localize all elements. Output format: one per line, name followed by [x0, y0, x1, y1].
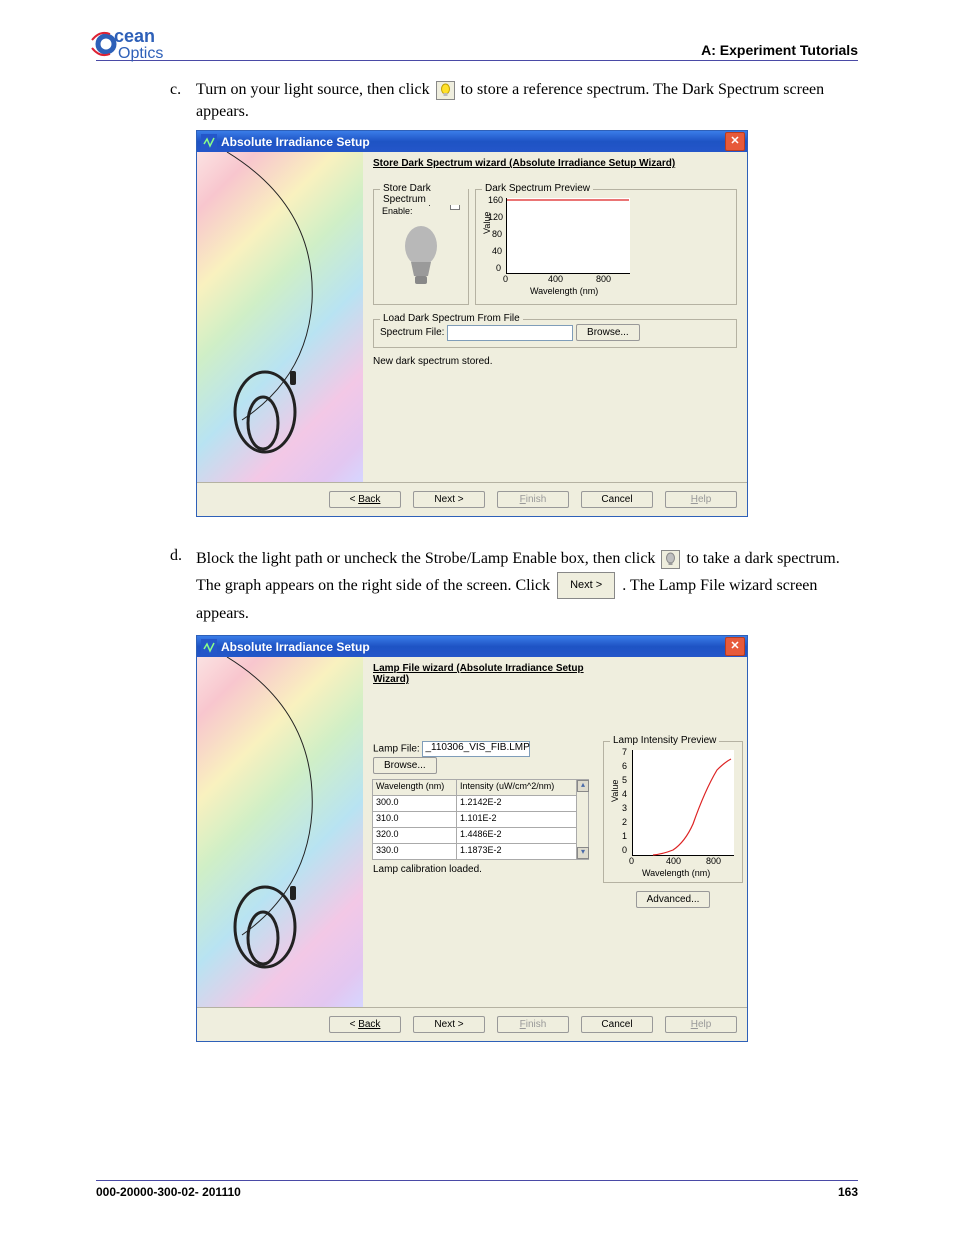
chart1-xtick: 800	[596, 274, 611, 284]
lamp-file-input[interactable]: _110306_VIS_FIB.LMP	[422, 741, 530, 757]
wizard1-subtitle: Store Dark Spectrum wizard (Absolute Irr…	[373, 158, 737, 169]
scroll-up-icon[interactable]: ▴	[577, 780, 589, 792]
chart1-ytick: 160	[488, 195, 503, 205]
wizard2-titlebar[interactable]: Absolute Irradiance Setup ✕	[197, 636, 747, 657]
close-icon[interactable]: ✕	[725, 637, 745, 656]
chart2-ytick: 3	[622, 803, 627, 813]
chart2-ytick: 7	[622, 747, 627, 757]
chart2-xtick: 400	[666, 856, 681, 866]
sds-legend: Store Dark Spectrum	[380, 183, 468, 205]
inline-next-button: Next >	[557, 572, 615, 599]
wizard1-sidebar-graphic	[197, 152, 363, 482]
wizard1-status: New dark spectrum stored.	[373, 356, 737, 367]
chart2-ytick: 0	[622, 845, 627, 855]
wizard2-subtitle: Lamp File wizard (Absolute Irradiance Se…	[373, 663, 589, 685]
lightbulb-grey-icon	[661, 550, 680, 569]
step-c-label: c.	[170, 79, 196, 122]
chart1-ytick: 0	[496, 263, 501, 273]
spectrum-file-input[interactable]	[447, 325, 573, 341]
lamp-preview-legend: Lamp Intensity Preview	[610, 735, 719, 746]
table-cell[interactable]: 300.0	[372, 795, 457, 812]
dark-preview-legend: Dark Spectrum Preview	[482, 183, 593, 194]
step-d-t1: Block the light path or uncheck the Stro…	[196, 550, 659, 567]
spectrum-file-label: Spectrum File:	[380, 327, 444, 338]
bulb-grey-icon[interactable]	[382, 222, 460, 293]
step-d-label: d.	[170, 545, 196, 627]
wizard-dark-spectrum: Absolute Irradiance Setup ✕ Store D	[196, 130, 748, 517]
th-wavelength: Wavelength (nm)	[372, 779, 457, 796]
chart1-xtick: 0	[503, 274, 508, 284]
chart2-ytick: 6	[622, 761, 627, 771]
table-cell[interactable]: 1.1873E-2	[456, 843, 577, 860]
wizard1-titlebar[interactable]: Absolute Irradiance Setup ✕	[197, 131, 747, 152]
wizard-lamp-file: Absolute Irradiance Setup ✕	[196, 635, 748, 1042]
browse-button[interactable]: Browse...	[373, 757, 437, 774]
table-cell[interactable]: 330.0	[372, 843, 457, 860]
chart2-xtick: 0	[629, 856, 634, 866]
step-c: c. Turn on your light source, then click…	[170, 79, 858, 122]
step-c-text-before: Turn on your light source, then click	[196, 81, 434, 98]
step-d: d. Block the light path or uncheck the S…	[170, 545, 858, 627]
load-legend: Load Dark Spectrum From File	[380, 313, 523, 324]
chart1-ytick: 40	[492, 246, 502, 256]
app-icon	[201, 134, 217, 150]
lamp-table: Wavelength (nm) Intensity (uW/cm^2/nm) ▴…	[373, 780, 589, 860]
cancel-button[interactable]: Cancel	[581, 491, 653, 508]
finish-button: Finish	[497, 491, 569, 508]
next-button[interactable]: Next >	[413, 491, 485, 508]
table-cell[interactable]: 1.2142E-2	[456, 795, 577, 812]
chart1-ytick: 80	[492, 229, 502, 239]
chart1-xtick: 400	[548, 274, 563, 284]
logo-line1: cean	[114, 26, 155, 46]
chart2-ylabel: Value	[610, 780, 620, 802]
table-cell[interactable]: 320.0	[372, 827, 457, 844]
advanced-button[interactable]: Advanced...	[636, 891, 711, 908]
lamp-file-label: Lamp File:	[373, 744, 420, 755]
chart2-ytick: 1	[622, 831, 627, 841]
chart2-ytick: 5	[622, 775, 627, 785]
lamp-preview-box: Lamp Intensity Preview Value 7 6 5 4 3 2…	[603, 741, 743, 883]
dark-preview-chart: Value 160 120 80 40 0	[484, 196, 634, 296]
table-cell[interactable]: 1.4486E-2	[456, 827, 577, 844]
wizard2-status: Lamp calibration loaded.	[373, 864, 589, 875]
brand-logo: cean Optics	[86, 22, 196, 71]
dark-preview-box: Dark Spectrum Preview Value 160 120 80 4…	[475, 189, 737, 305]
wizard2-title: Absolute Irradiance Setup	[221, 640, 725, 654]
wizard2-sidebar-graphic	[197, 657, 363, 1007]
back-button[interactable]: < Back	[329, 491, 401, 508]
section-header: A: Experiment Tutorials	[701, 42, 858, 58]
logo-line2: Optics	[118, 45, 163, 62]
next-button[interactable]: Next >	[413, 1016, 485, 1033]
table-scrollbar[interactable]: ▴ ▾	[576, 779, 589, 860]
footer-docnum: 000-20000-300-02- 201110	[96, 1185, 241, 1199]
chart1-ytick: 120	[488, 212, 503, 222]
scroll-down-icon[interactable]: ▾	[577, 847, 589, 859]
lightbulb-yellow-icon	[436, 81, 455, 100]
table-cell[interactable]: 1.101E-2	[456, 811, 577, 828]
th-intensity: Intensity (uW/cm^2/nm)	[456, 779, 577, 796]
store-dark-spectrum-box: Store Dark Spectrum Strobe/Lamp Enable:	[373, 189, 469, 305]
wizard1-title: Absolute Irradiance Setup	[221, 135, 725, 149]
help-button: Help	[665, 491, 737, 508]
footer-rule	[96, 1180, 858, 1181]
header-rule: cean Optics A: Experiment Tutorials	[96, 60, 858, 61]
chart2-ytick: 4	[622, 789, 627, 799]
chart2-ytick: 2	[622, 817, 627, 827]
chart2-xtick: 800	[706, 856, 721, 866]
load-dark-from-file-box: Load Dark Spectrum From File Spectrum Fi…	[373, 319, 737, 348]
app-icon	[201, 639, 217, 655]
chart2-xlabel: Wavelength (nm)	[642, 868, 710, 878]
lamp-preview-chart: Value 7 6 5 4 3 2 1 0	[612, 748, 738, 878]
help-button: Help	[665, 1016, 737, 1033]
table-cell[interactable]: 310.0	[372, 811, 457, 828]
browse-button[interactable]: Browse...	[576, 324, 640, 341]
cancel-button[interactable]: Cancel	[581, 1016, 653, 1033]
finish-button: Finish	[497, 1016, 569, 1033]
footer-page: 163	[838, 1185, 858, 1199]
chart1-xlabel: Wavelength (nm)	[530, 286, 598, 296]
back-button[interactable]: < Back	[329, 1016, 401, 1033]
close-icon[interactable]: ✕	[725, 132, 745, 151]
